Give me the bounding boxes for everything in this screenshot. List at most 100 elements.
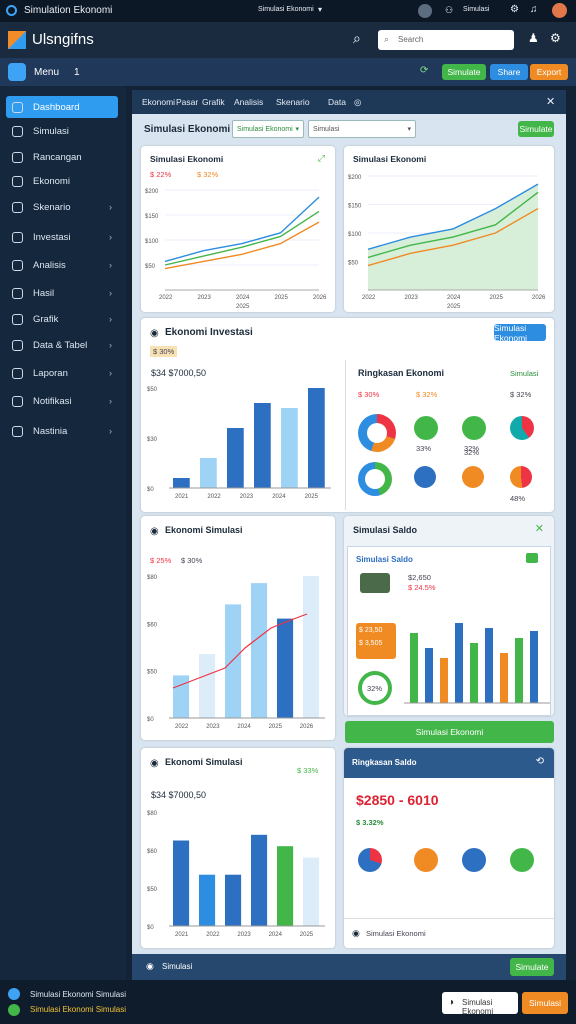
sidebar-item-icon [12,101,23,113]
sidebar-item-icon [12,395,23,407]
tab-ekonomi[interactable]: Ekonomi [142,97,175,107]
brand-logo-icon [8,31,26,49]
sidebar-item-9[interactable]: Data & Tabel › [6,334,118,356]
tab-data[interactable]: Data [328,97,346,107]
saldo-bar-2 [440,658,448,703]
donut-chart-main [358,414,396,452]
saldo-inner: Simulasi Saldo $2,650 $ 24.5% $ 23,50 $ 3… [347,546,551,716]
close-panel-icon[interactable]: ✕ [535,522,544,535]
donut-panel: Ringkasan Ekonomi Simulasi $ 30% $ 32% $… [345,360,553,510]
tab-grafik[interactable]: Grafik [202,97,225,107]
search-input[interactable]: ⌕ Search [378,30,514,50]
bar-chart-card-3: ◉ Ekonomi Simulasi $ 33% $34 $7000,50 $8… [141,748,335,948]
twitter-icon[interactable] [8,988,20,1000]
gauge-value: 32% [367,684,383,693]
status-line-1: Simulasi Ekonomi Simulasi [30,990,127,999]
filter-dropdown[interactable]: Simulasi ▾ [308,120,416,138]
compass-icon[interactable] [8,63,26,81]
sidebar-item-5[interactable]: Investasi › [6,226,118,248]
sidebar-item-label: Data & Tabel [33,339,88,351]
sidebar-item-1[interactable]: Simulasi [6,120,118,142]
saldo-panel: Simulasi Saldo ✕ Simulasi Saldo $2,650 $… [344,516,554,716]
x-tick-label: 2026 [300,724,314,730]
tab-skenario[interactable]: Skenario [276,97,310,107]
avatar[interactable] [418,4,432,18]
donut-chart-5 [358,462,392,496]
donut-legend-1: $ 30% [358,390,380,399]
refresh-icon[interactable]: ⟳ [420,65,428,76]
page-title: Simulasi Ekonomi [144,124,231,135]
bar-3 [254,403,271,488]
bar-chart-1-stat: $34 $7000,50 [151,368,207,378]
x-tick-label: 2023 [198,295,212,301]
bar-chart-2-title: Ekonomi Simulasi [165,525,243,535]
bar-0 [173,478,190,488]
share-button[interactable]: Share [490,64,528,80]
donut-chart-4 [510,416,534,440]
header-action-button[interactable]: Simulate [518,121,554,137]
y-tick-label: $150 [348,204,362,210]
x-tick-label: 2022 [206,932,220,938]
user-avatar[interactable] [552,3,567,18]
bar-chart-3-title: Ekonomi Simulasi [165,757,243,767]
x-tick-label: 2025 [269,724,283,730]
simulate-button[interactable]: Simulate [442,64,486,80]
sidebar-item-6[interactable]: Analisis › [6,254,118,276]
y-tick-label: $50 [147,387,158,393]
sidebar-item-0[interactable]: Dashboard [6,96,118,118]
footer-simulate-button[interactable]: Simulate [510,958,554,976]
sidebar-item-2[interactable]: Rancangan [6,146,118,168]
y-tick-label: $50 [145,264,156,270]
simulation-dropdown[interactable]: Simulasi Ekonomi ▾ [232,120,304,138]
user-icon[interactable]: ⚇ [445,5,453,16]
donut-chart-6 [414,466,436,488]
saldo-action-button[interactable]: Simulasi Ekonomi [345,721,554,743]
sidebar-item-12[interactable]: Nastinia › [6,420,118,442]
search-icon[interactable]: ⌕ [353,30,361,47]
chevron-down-icon[interactable]: ▾ [318,5,322,14]
sidebar-item-11[interactable]: Notifikasi › [6,390,118,412]
sidebar-item-7[interactable]: Hasil › [6,282,118,304]
donut-legend-2: $ 32% [416,390,438,399]
saldo-bar-8 [530,631,538,703]
gear-icon[interactable]: ⚙ [510,4,519,15]
expand-icon[interactable]: ⤢ [318,153,325,164]
bar-1 [199,874,216,926]
gauge-ring: 32% [358,671,392,705]
compare-button[interactable]: Simulasi Ekonomi [494,323,546,343]
donut-value-1: 33% [416,444,432,453]
status-action-button[interactable]: Simulasi [522,992,568,1014]
export-button[interactable]: Export [530,64,568,80]
bar-5 [303,576,320,718]
sidebar-item-icon [12,339,23,351]
tab-pasar[interactable]: Pasar [176,97,198,107]
bar-0 [173,840,190,926]
tab-extra-icon[interactable]: ◎ [354,97,361,108]
x-tick-label: 2022 [207,494,221,500]
refresh-icon[interactable]: ⟲ [536,756,544,767]
y-tick-label: $100 [348,232,362,238]
settings-icon[interactable]: ⚙ [550,31,561,45]
info-icon: ◉ [150,526,159,537]
y-tick-label: $100 [145,239,159,245]
sidebar-item-8[interactable]: Grafik › [6,308,118,330]
line-chart-1-legend1: $ 22% [150,170,172,179]
y-tick-label: $150 [145,214,159,220]
bell-icon[interactable]: ♫ [530,4,538,15]
sidebar-item-4[interactable]: Skenario › [6,196,118,218]
summary-footer: ◉ Simulasi Ekonomi [344,918,554,948]
title-user-label: Simulasi Ekonomi [258,6,314,13]
toolbar-menu-label[interactable]: Menu [34,67,59,78]
footer-info-icon: ◉ [146,961,154,971]
notification-icon[interactable]: ♟ [528,31,539,45]
sidebar-item-3[interactable]: Ekonomi [6,170,118,192]
close-icon[interactable]: ✕ [546,95,555,108]
export-button-label: Export [536,67,562,77]
sidebar-item-10[interactable]: Laporan › [6,362,118,384]
status-select[interactable]: ◑ Simulasi Ekonomi [442,992,518,1016]
saldo-bar-6 [500,653,508,703]
x-tick-label: 2026 [313,295,327,301]
y-tick-label: $30 [147,437,158,443]
bar-4 [277,846,294,926]
tab-analisis[interactable]: Analisis [234,97,263,107]
